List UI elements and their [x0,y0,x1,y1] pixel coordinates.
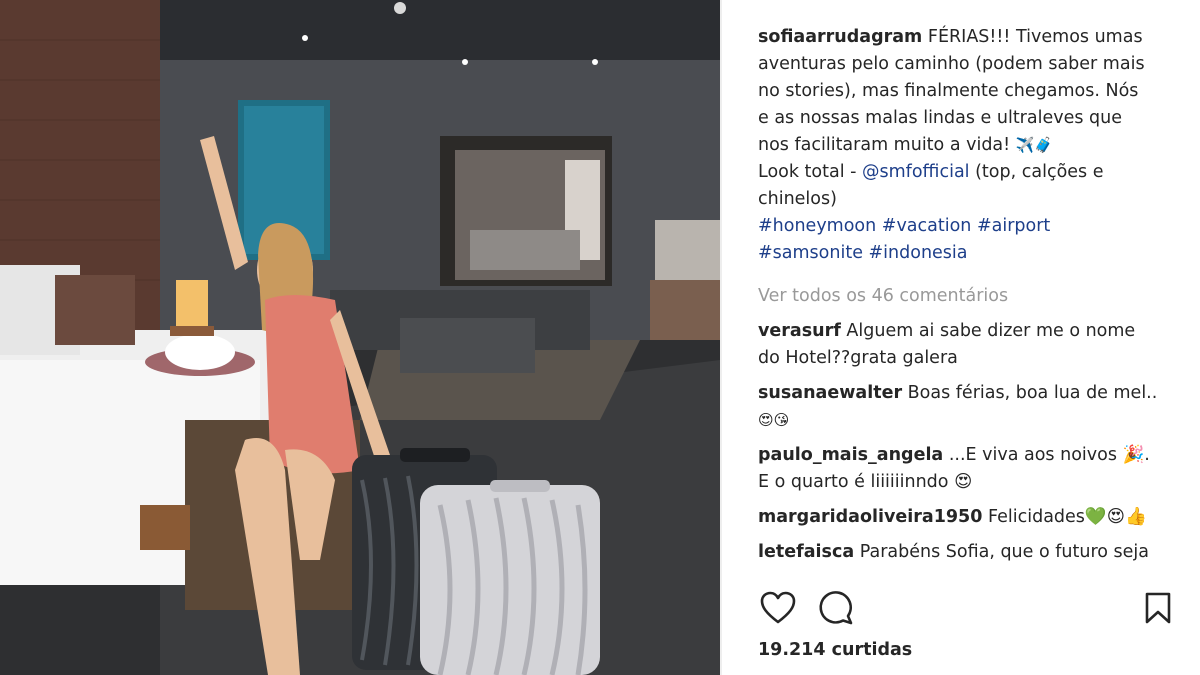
comment: susanaewalter Boas férias, boa lua de me… [758,380,1158,407]
bookmark-icon [1145,592,1171,624]
comment-text: Alguem ai sabe dizer me o nome [846,321,1136,341]
comment-username[interactable]: verasurf [758,321,841,341]
caption-line: chinelos) [758,189,837,209]
comment: verasurf Alguem ai sabe dizer me o nome [758,318,1158,345]
caption-username[interactable]: sofiaarrudagram [758,27,922,47]
post-photo[interactable] [0,0,720,675]
caption-line: sofiaarrudagram FÉRIAS!!! Tivemos umas [758,24,1158,51]
caption-line: Look total - @smfofficial (top, calções … [758,159,1158,186]
comment-text: do Hotel??grata galera [758,348,958,368]
hashtags-line[interactable]: #samsonite #indonesia [758,240,1158,267]
caption-line: aventuras pelo caminho (podem saber mais [758,54,1145,74]
view-all-comments-link[interactable]: Ver todos os 46 comentários [758,283,1158,310]
comment-text: Felicidades💚😍👍 [988,507,1147,527]
caption-text: (top, calções e [969,162,1104,182]
heart-icon [760,591,796,624]
caption-line: no stories), mas finalmente chegamos. Nó… [758,81,1139,101]
comment-text: 😍😘 [758,411,790,429]
post-side-pane: sofiaarrudagram FÉRIAS!!! Tivemos umas a… [722,0,1200,675]
caption-text: nos facilitaram muito a vida! [758,135,1011,155]
comment: margaridaoliveira1950 Felicidades💚😍👍 [758,504,1158,531]
comment-username[interactable]: letefaisca [758,542,854,562]
comment: letefaisca Parabéns Sofia, que o futuro … [758,539,1158,566]
comment-username[interactable]: paulo_mais_angela [758,445,943,465]
comment-username[interactable]: margaridaoliveira1950 [758,507,982,527]
comment-text: Boas férias, boa lua de mel... [907,383,1158,403]
mention-link[interactable]: @smfofficial [862,162,970,182]
comment-text: Parabéns Sofia, que o futuro seja [859,542,1149,562]
caption-emoji: ✈️🧳 [1015,136,1054,154]
comment: paulo_mais_angela ...E viva aos noivos 🎉… [758,442,1158,469]
save-button[interactable] [1138,588,1178,628]
caption-text: Look total - [758,162,863,182]
action-bar [758,588,1178,628]
like-button[interactable] [758,588,798,628]
caption-line: nos facilitaram muito a vida! ✈️🧳 [758,132,1158,159]
hotel-room-photo [0,0,720,675]
comment-text: E o quarto é liiiiiinndo 😍 [758,472,973,492]
comments-section: sofiaarrudagram FÉRIAS!!! Tivemos umas a… [758,24,1158,574]
likes-count[interactable]: 19.214 curtidas [758,640,912,660]
comment-username[interactable]: susanaewalter [758,383,902,403]
hashtags-line[interactable]: #honeymoon #vacation #airport [758,213,1158,240]
comment-bubble-icon [819,591,853,625]
caption-text: FÉRIAS!!! Tivemos umas [927,27,1143,47]
comment-text: ...E viva aos noivos 🎉. [948,445,1150,465]
caption-line: e as nossas malas lindas e ultraleves qu… [758,108,1122,128]
comment-button[interactable] [816,588,856,628]
